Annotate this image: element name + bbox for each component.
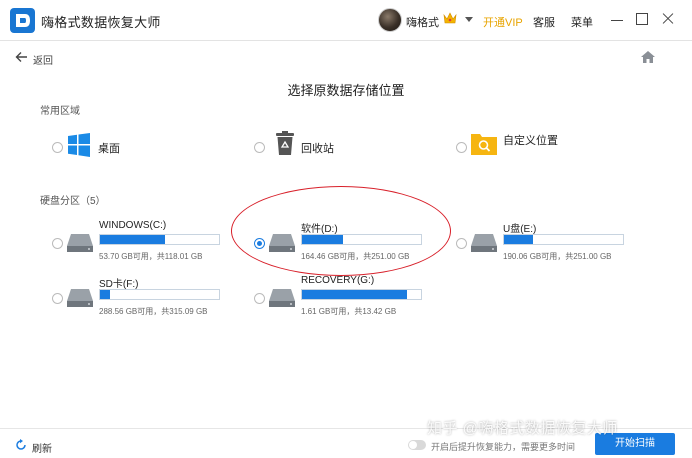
home-icon[interactable] <box>640 50 656 64</box>
page-title: 选择原数据存储位置 <box>287 83 405 98</box>
location-radio[interactable] <box>254 142 265 153</box>
drive-usage-bar <box>503 234 624 245</box>
back-arrow-icon <box>15 51 28 63</box>
drive-usage-fill <box>100 290 110 299</box>
location-label: 回收站 <box>301 143 334 155</box>
menu-button[interactable]: 菜单 <box>571 14 593 30</box>
drive-g[interactable]: RECOVERY(G:) 1.61 GB可用，共13.42 GB <box>254 275 434 321</box>
minimize-icon[interactable] <box>609 11 625 29</box>
drive-c[interactable]: WINDOWS(C:) 53.70 GB可用，共118.01 GB <box>52 220 232 266</box>
drive-usage-fill <box>100 235 165 244</box>
common-section-label: 常用区域 <box>40 106 80 117</box>
drive-usage-bar <box>301 234 422 245</box>
drive-name: U盘(E:) <box>503 224 537 235</box>
hard-drive-icon <box>66 232 94 254</box>
maximize-icon[interactable] <box>636 13 648 25</box>
drive-usage-fill <box>504 235 533 244</box>
drive-usage-fill <box>302 290 407 299</box>
drive-info: 288.56 GB可用，共315.09 GB <box>99 307 208 316</box>
drive-usage-bar <box>301 289 422 300</box>
drive-name: SD卡(F:) <box>99 279 139 290</box>
recycle-bin-icon <box>272 130 298 156</box>
drive-e[interactable]: U盘(E:) 190.06 GB可用，共251.00 GB <box>456 220 636 266</box>
drive-radio[interactable] <box>52 238 63 249</box>
drive-info: 190.06 GB可用，共251.00 GB <box>503 252 612 261</box>
avatar[interactable] <box>378 8 402 32</box>
app-logo-icon <box>10 8 35 33</box>
drive-radio[interactable] <box>456 238 467 249</box>
windows-icon <box>66 132 92 158</box>
drive-usage-fill <box>302 235 344 244</box>
drive-info: 53.70 GB可用，共118.01 GB <box>99 252 203 261</box>
location-label: 桌面 <box>98 143 120 155</box>
location-radio[interactable] <box>456 142 467 153</box>
vip-link[interactable]: 开通VIP <box>483 14 523 30</box>
title-bar: 嗨格式数据恢复大师 嗨格式 开通VIP 客服 菜单 <box>0 0 692 41</box>
drive-info: 164.46 GB可用，共251.00 GB <box>301 252 410 261</box>
drive-radio[interactable] <box>254 293 265 304</box>
refresh-icon <box>15 439 27 451</box>
back-label: 返回 <box>33 56 53 67</box>
drive-name: 软件(D:) <box>301 224 338 235</box>
drive-name: RECOVERY(G:) <box>301 275 375 286</box>
location-recycle-bin[interactable]: 回收站 <box>254 130 374 160</box>
drive-usage-bar <box>99 289 220 300</box>
location-desktop[interactable]: 桌面 <box>52 132 172 162</box>
drive-f[interactable]: SD卡(F:) 288.56 GB可用，共315.09 GB <box>52 275 232 321</box>
hard-drive-icon <box>268 287 296 309</box>
drive-name: WINDOWS(C:) <box>99 220 167 231</box>
watermark: 知乎 @嗨格式数据恢复大师 <box>427 420 618 437</box>
refresh-label: 刷新 <box>32 444 52 455</box>
drive-d[interactable]: 软件(D:) 164.46 GB可用，共251.00 GB <box>254 220 434 266</box>
crown-icon <box>443 12 457 25</box>
close-icon[interactable] <box>660 11 676 27</box>
hard-drive-icon <box>268 232 296 254</box>
custom-folder-icon <box>470 129 498 157</box>
chevron-down-icon[interactable] <box>465 17 473 22</box>
disk-section-label: 硬盘分区（5） <box>40 196 106 207</box>
deep-scan-description: 开启后提升恢复能力，需要更多时间 <box>431 442 576 452</box>
customer-service-link[interactable]: 客服 <box>533 14 555 30</box>
drive-radio[interactable] <box>254 238 265 249</box>
app-title: 嗨格式数据恢复大师 <box>41 15 161 30</box>
username[interactable]: 嗨格式 <box>406 14 439 30</box>
location-label: 自定义位置 <box>503 135 558 147</box>
drive-info: 1.61 GB可用，共13.42 GB <box>301 307 397 316</box>
location-radio[interactable] <box>52 142 63 153</box>
hard-drive-icon <box>470 232 498 254</box>
location-custom[interactable]: 自定义位置 <box>456 129 596 159</box>
drive-radio[interactable] <box>52 293 63 304</box>
hard-drive-icon <box>66 287 94 309</box>
drive-usage-bar <box>99 234 220 245</box>
deep-scan-toggle[interactable] <box>408 440 426 450</box>
